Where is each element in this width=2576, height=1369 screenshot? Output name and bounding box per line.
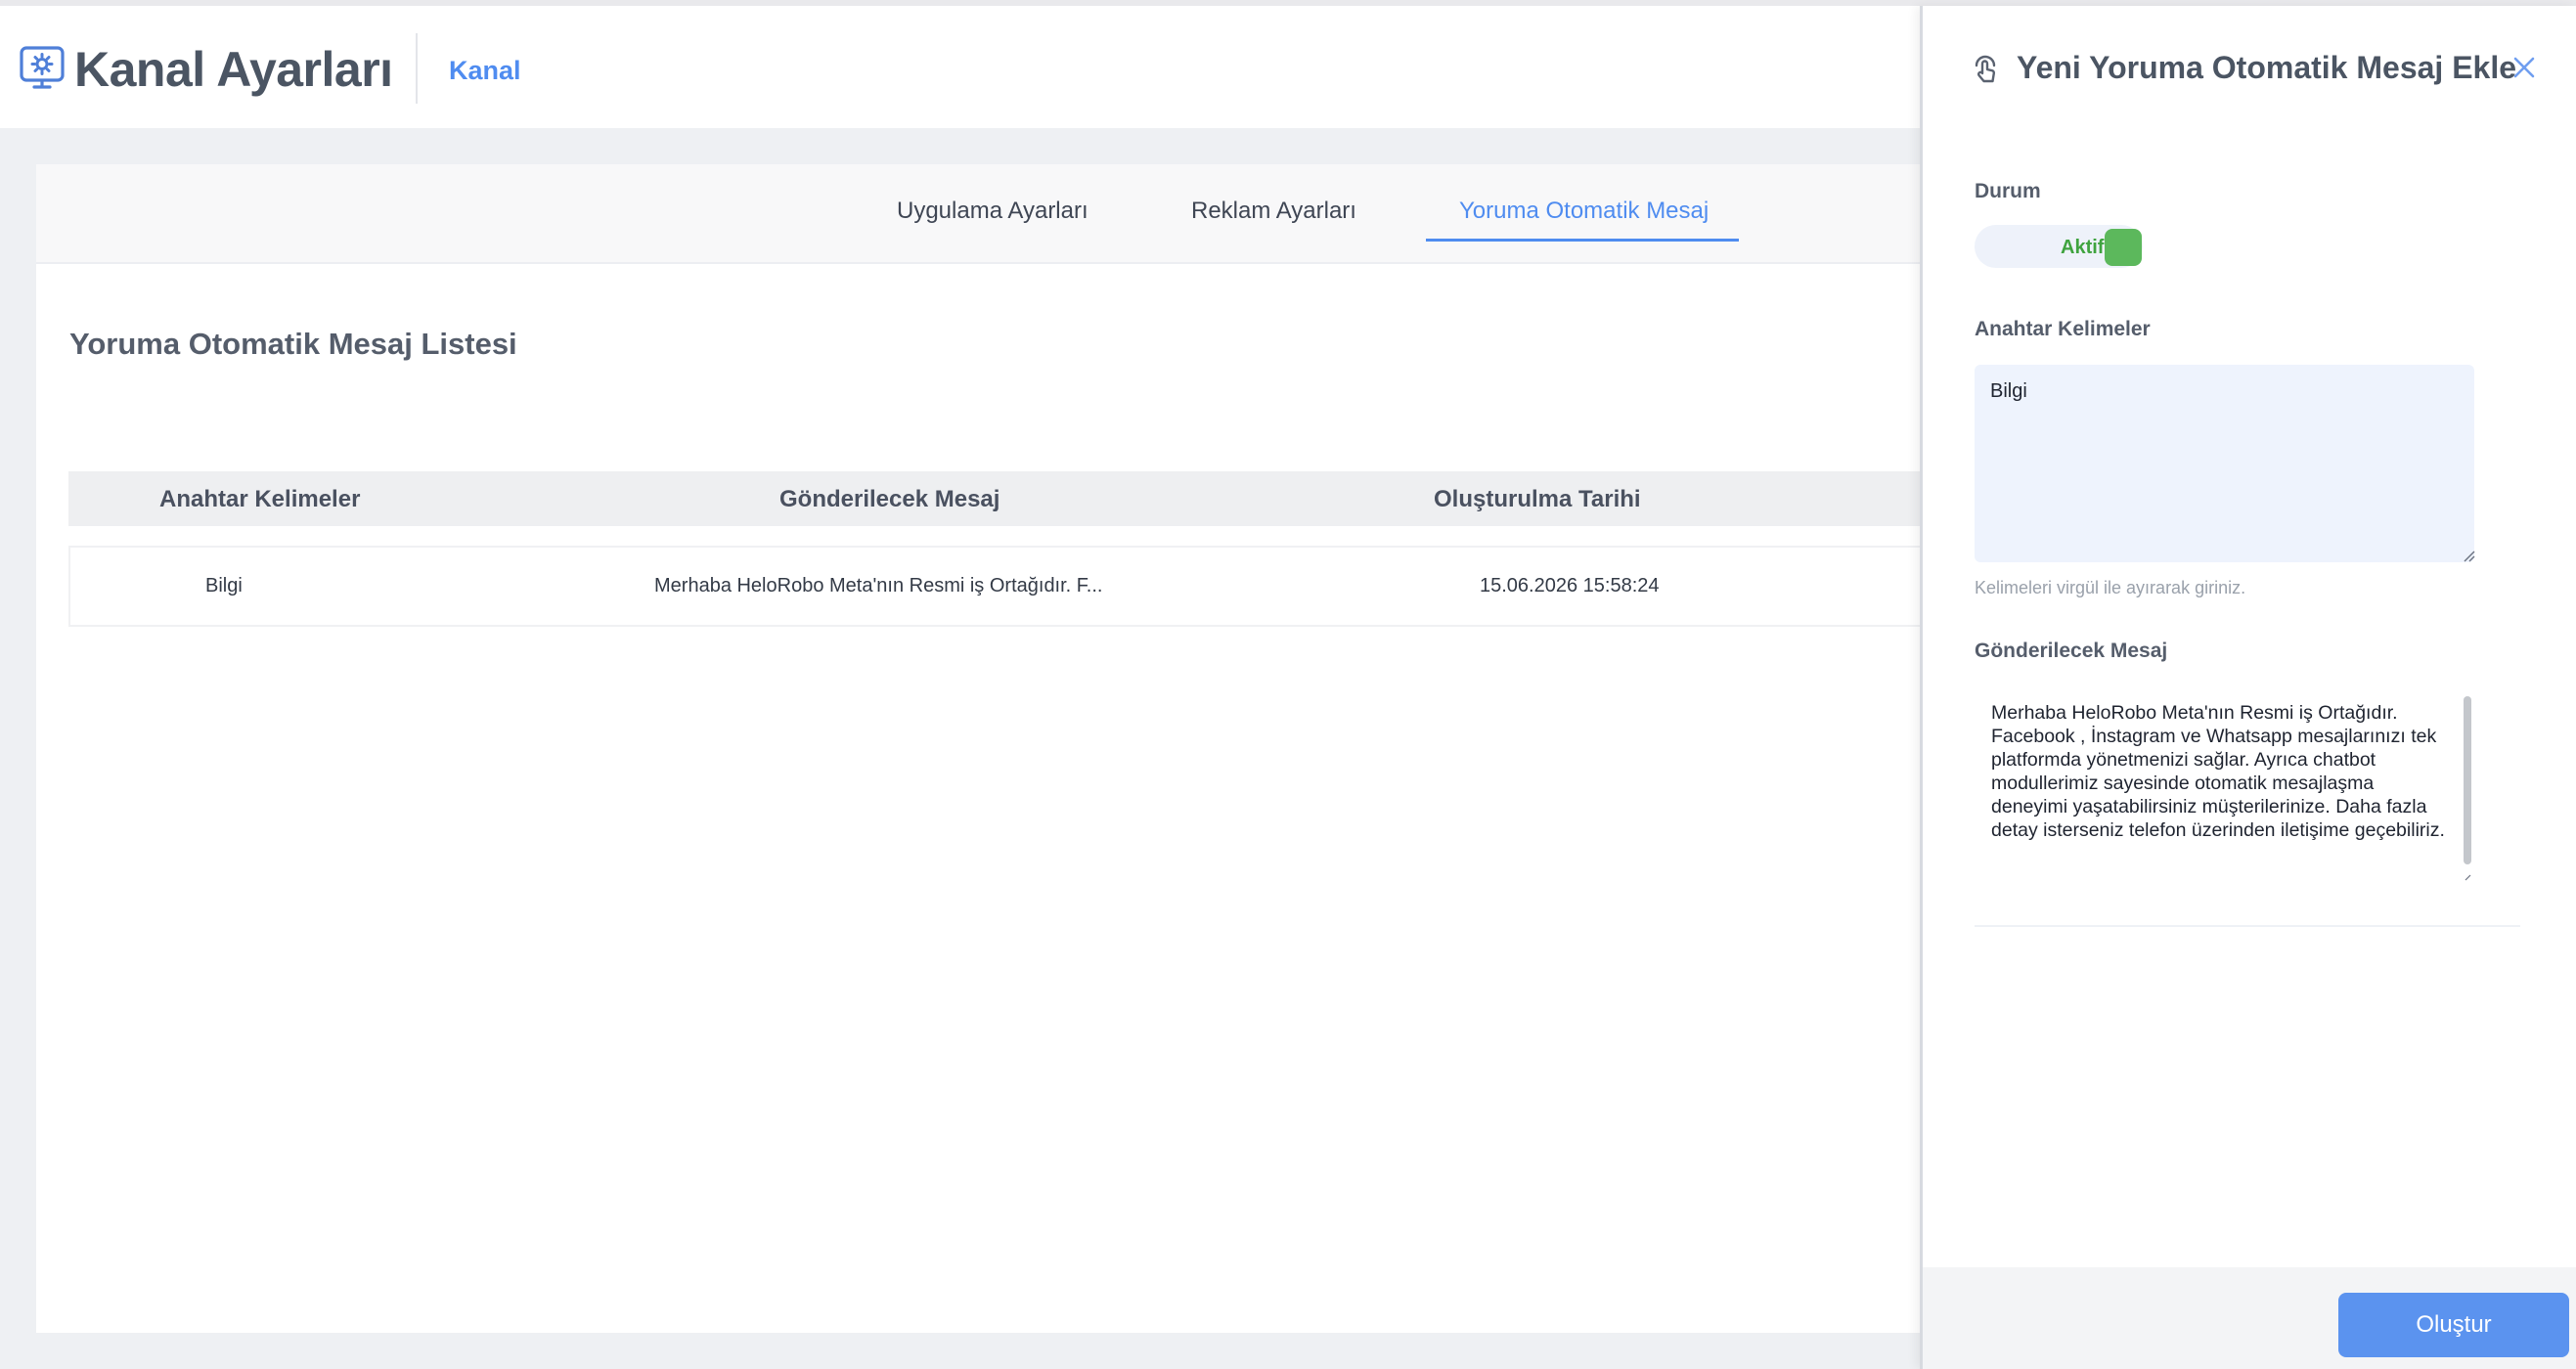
breadcrumb-kanal[interactable]: Kanal	[449, 56, 521, 86]
column-header-message[interactable]: Gönderilecek Mesaj	[779, 486, 999, 513]
tab-yoruma-otomatik-mesaj[interactable]: Yoruma Otomatik Mesaj	[1459, 198, 1709, 225]
toggle-knob	[2105, 229, 2142, 266]
tab-reklam-ayarlari[interactable]: Reklam Ayarları	[1191, 198, 1356, 225]
keywords-hint: Kelimeleri virgül ile ayırarak giriniz.	[1975, 578, 2246, 597]
bottom-strip	[0, 1357, 1921, 1369]
resize-grip-icon[interactable]	[2464, 873, 2471, 881]
drawer-footer: Oluştur	[1923, 1267, 2576, 1369]
cell-created: 15.06.2026 15:58:24	[1480, 575, 1660, 596]
message-label: Gönderilecek Mesaj	[1975, 640, 2168, 662]
main-card: Uygulama Ayarları Reklam Ayarları Yoruma…	[36, 164, 1921, 1333]
header-divider	[416, 33, 418, 104]
page-title: Kanal Ayarları	[74, 42, 393, 97]
settings-monitor-icon	[20, 46, 65, 89]
table-row[interactable]: Bilgi Merhaba HeloRobo Meta'nın Resmi iş…	[68, 546, 1921, 627]
message-scrollbar[interactable]	[2464, 696, 2471, 864]
message-textarea[interactable]: Merhaba HeloRobo Meta'nın Resmi iş Ortağ…	[1975, 690, 2474, 894]
close-icon[interactable]	[2509, 53, 2539, 82]
keywords-label: Anahtar Kelimeler	[1975, 318, 2151, 340]
field-divider	[1975, 925, 2520, 927]
column-header-keywords[interactable]: Anahtar Kelimeler	[159, 486, 360, 513]
status-label: Durum	[1975, 180, 2041, 202]
column-header-created[interactable]: Oluşturulma Tarihi	[1434, 486, 1641, 513]
add-auto-message-drawer: Yeni Yoruma Otomatik Mesaj Ekle Durum Ak…	[1920, 6, 2576, 1369]
cell-message: Merhaba HeloRobo Meta'nın Resmi iş Ortağ…	[654, 575, 1103, 596]
resize-grip-icon[interactable]	[2462, 549, 2475, 562]
active-tab-indicator	[1426, 239, 1739, 242]
hand-tap-icon	[1975, 55, 1996, 83]
tab-bar: Uygulama Ayarları Reklam Ayarları Yoruma…	[36, 164, 1921, 264]
status-toggle[interactable]: Aktif	[1975, 225, 2143, 268]
toggle-label: Aktif	[2061, 237, 2105, 258]
cell-keywords: Bilgi	[205, 575, 243, 596]
create-button[interactable]: Oluştur	[2338, 1293, 2569, 1357]
drawer-title: Yeni Yoruma Otomatik Mesaj Ekle	[2017, 50, 2517, 85]
list-title: Yoruma Otomatik Mesaj Listesi	[69, 327, 517, 361]
keywords-textarea[interactable]: Bilgi	[1975, 365, 2474, 562]
tab-uygulama-ayarlari[interactable]: Uygulama Ayarları	[897, 198, 1088, 225]
table-header: Anahtar Kelimeler Gönderilecek Mesaj Olu…	[68, 471, 1921, 526]
page-header: Kanal Ayarları Kanal	[0, 6, 1921, 128]
